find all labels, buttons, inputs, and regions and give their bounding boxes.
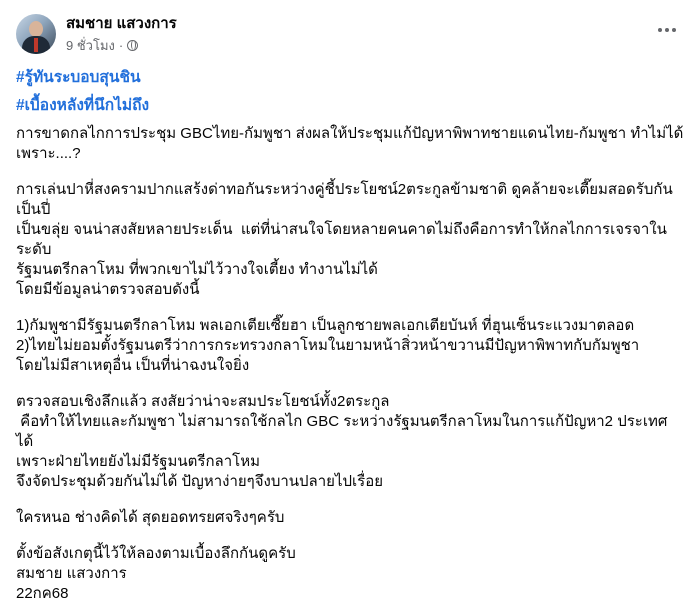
post-meta: สมชาย แสวงการ 9 ชั่วโมง · xyxy=(66,12,177,56)
post-paragraph: การเล่นปาหี่สงครามปากแสร้งด่าทอกันระหว่า… xyxy=(16,181,673,298)
post-paragraph: ตรวจสอบเชิงลึกแล้ว สงสัยว่าน่าจะสมประโยช… xyxy=(16,393,668,490)
post-paragraph: การขาดกลไกการประชุม GBCไทย-กัมพูชา ส่งผล… xyxy=(16,125,684,162)
more-options-icon[interactable] xyxy=(652,20,682,40)
hashtag-link[interactable]: #รู้ทันระบอบสุนชิน xyxy=(16,68,684,88)
facebook-post: สมชาย แสวงการ 9 ชั่วโมง · #รู้ทันระบอบสุ… xyxy=(0,0,700,602)
hashtag-link[interactable]: #เบื้องหลังที่นึกไม่ถึง xyxy=(16,96,684,116)
post-content: #รู้ทันระบอบสุนชิน #เบื้องหลังที่นึกไม่ถ… xyxy=(16,68,684,604)
post-paragraph: 1)กัมพูชามีรัฐมนตรีกลาโหม พลเอกเตียเซี๊ย… xyxy=(16,317,640,374)
post-paragraph: ตั้งข้อสังเกตุนี้ไว้ให้ลองตามเบื้องลึกกั… xyxy=(16,545,296,602)
avatar[interactable] xyxy=(16,14,56,54)
post-subline: 9 ชั่วโมง · xyxy=(66,35,177,56)
post-header: สมชาย แสวงการ 9 ชั่วโมง · xyxy=(16,12,684,64)
post-time[interactable]: 9 ชั่วโมง xyxy=(66,35,115,56)
separator-dot: · xyxy=(118,38,124,53)
post-paragraph: ใครหนอ ช่างคิดได้ สุดยอดทรยศจริงๆครับ xyxy=(16,509,285,526)
globe-icon[interactable] xyxy=(127,40,139,51)
author-name[interactable]: สมชาย แสวงการ xyxy=(66,14,177,33)
